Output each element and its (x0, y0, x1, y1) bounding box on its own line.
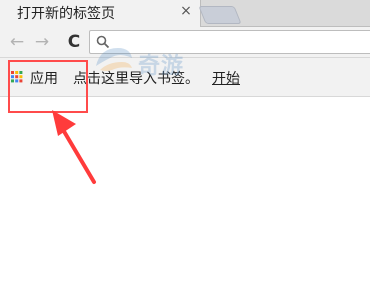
tab-title: 打开新的标签页 (17, 6, 115, 22)
import-start-link[interactable]: 开始 (212, 68, 240, 88)
apps-grid-dot (11, 79, 14, 83)
back-icon[interactable]: ← (7, 32, 27, 52)
apps-grid-dot (11, 75, 14, 79)
apps-grid-dot (15, 79, 19, 83)
apps-grid-dot (11, 71, 14, 74)
apps-grid-dot (15, 71, 19, 74)
apps-grid-icon (11, 71, 23, 83)
apps-grid-dot (19, 71, 23, 74)
apps-grid-dot (15, 75, 19, 79)
apps-grid-dot (19, 75, 23, 79)
forward-icon[interactable]: → (32, 32, 52, 52)
close-icon[interactable]: × (178, 3, 194, 19)
tab-strip: 打开新的标签页 × (0, 0, 370, 27)
tab-new-tab[interactable]: 打开新的标签页 × (0, 0, 201, 27)
reload-icon[interactable]: C (64, 32, 84, 52)
new-tab-button[interactable] (198, 6, 242, 24)
browser-window: 打开新的标签页 × ← → C 应用 点击这里导入书签。 开始 奇游 (0, 0, 370, 282)
site-watermark: 奇游 (90, 40, 200, 80)
apps-grid-dot (19, 79, 23, 83)
apps-label: 应用 (30, 71, 58, 87)
watermark-text: 奇游 (138, 54, 185, 79)
watermark-logo-icon (96, 48, 132, 71)
